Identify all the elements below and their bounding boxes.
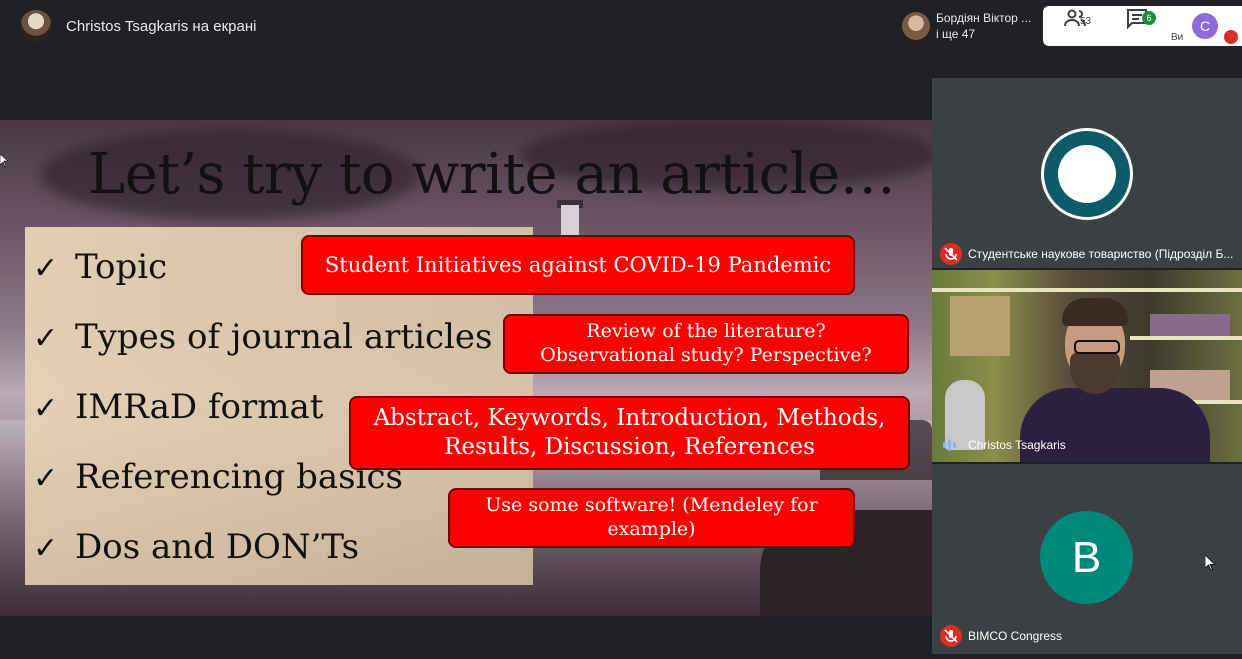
check-icon: ✓ <box>33 321 59 356</box>
speaking-icon <box>943 439 956 451</box>
mic-off-icon <box>1224 30 1238 44</box>
books <box>1150 314 1230 336</box>
check-icon: ✓ <box>33 461 59 496</box>
cursor-icon <box>0 154 8 168</box>
presenter-glasses <box>1074 340 1120 354</box>
callout-imrad: Abstract, Keywords, Introduction, Method… <box>349 396 910 470</box>
chat-badge: 6 <box>1142 11 1156 25</box>
participant-name: Бордіян Віктор ... <box>936 11 1032 25</box>
self-avatar[interactable]: C <box>1192 13 1218 39</box>
books <box>950 296 1010 356</box>
tile-name: BIMCO Congress <box>968 629 1063 643</box>
tile-name: Студентське наукове товариство (Підрозді… <box>968 247 1234 261</box>
list-item: ✓ Referencing basics <box>33 457 403 497</box>
presenter-title: Christos Tsagkaris на екрані <box>66 18 257 35</box>
tile-name: Christos Tsagkaris <box>968 438 1066 452</box>
presenter-avatar <box>20 10 52 42</box>
list-item: ✓ Types of journal articles <box>33 317 493 357</box>
cursor-icon <box>1205 555 1216 571</box>
participant-more: і ще 47 <box>936 27 976 41</box>
participant-avatar: B <box>1040 511 1133 604</box>
slide-title: Let’s try to write an article… <box>88 142 896 207</box>
callout-article-types: Review of the literature? Observational … <box>503 314 909 374</box>
list-item: ✓ IMRaD format <box>33 387 324 427</box>
society-logo <box>1041 128 1133 220</box>
bookshelf <box>1130 336 1242 340</box>
check-icon: ✓ <box>33 531 59 566</box>
mic-off-icon <box>940 243 962 265</box>
caduceus-icon <box>1058 145 1116 203</box>
self-label: Ви <box>1171 32 1184 43</box>
participants-chip[interactable]: Бордіян Віктор ... і ще 47 <box>896 5 1042 47</box>
list-item: ✓ Topic <box>33 247 168 287</box>
check-icon: ✓ <box>33 251 59 286</box>
presenter-hair <box>1062 298 1128 326</box>
shared-screen-slide: Let’s try to write an article… ✓ Topic ✓ T… <box>0 120 932 616</box>
check-icon: ✓ <box>33 391 59 426</box>
mic-off-icon <box>940 625 962 647</box>
people-count: 53 <box>1080 16 1092 27</box>
lighthouse-tower <box>561 205 579 235</box>
list-item: ✓ Dos and DON’Ts <box>33 527 360 567</box>
bookshelf <box>932 288 1242 292</box>
callout-referencing: Use some software! (Mendeley for example… <box>448 488 855 548</box>
callout-topic: Student Initiatives against COVID-19 Pan… <box>301 235 855 295</box>
participant-avatar <box>902 12 930 40</box>
